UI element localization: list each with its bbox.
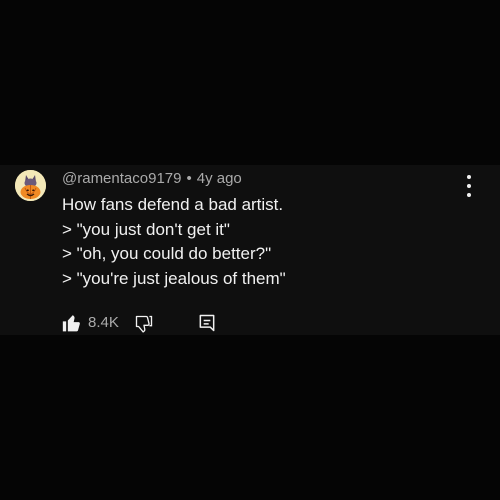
comment-line: > "you just don't get it" — [62, 219, 230, 239]
reply-button[interactable] — [197, 313, 217, 333]
more-vertical-icon-dot — [467, 175, 471, 179]
like-button[interactable] — [62, 313, 82, 333]
more-vertical-icon-dot — [467, 193, 471, 197]
comment-line: How fans defend a bad artist. — [62, 195, 284, 214]
reply-comment-icon — [199, 314, 215, 332]
dislike-button[interactable] — [134, 314, 154, 334]
comment-author[interactable]: @ramentaco9179 — [62, 170, 181, 187]
thumb-down-outline-icon — [135, 315, 153, 333]
more-vertical-icon-dot — [467, 184, 471, 188]
meta-separator: • — [186, 170, 192, 187]
more-options-button[interactable] — [462, 175, 476, 197]
like-count: 8.4K — [88, 314, 119, 331]
pumpkin-cat-avatar-icon — [15, 170, 46, 201]
avatar[interactable] — [15, 170, 46, 201]
comment-time[interactable]: 4y ago — [197, 170, 242, 187]
comment-meta: @ramentaco9179 • 4y ago — [62, 170, 242, 188]
screen: @ramentaco9179 • 4y ago How fans defend a … — [0, 0, 500, 500]
comment-text: How fans defend a bad artist. > "you jus… — [62, 193, 286, 291]
comment-line: > "you're just jealous of them" — [62, 268, 286, 288]
thumb-up-filled-icon — [62, 315, 80, 332]
comment-line: > "oh, you could do better?" — [62, 244, 272, 263]
